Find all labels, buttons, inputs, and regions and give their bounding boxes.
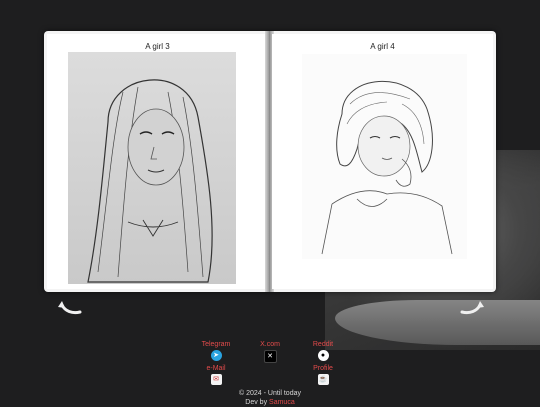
footer: © 2024 - Until today Dev by Samuca: [0, 389, 540, 407]
reddit-icon: ●: [317, 350, 329, 361]
email-link[interactable]: e-Mail ✉: [191, 365, 241, 385]
flipbook[interactable]: A girl 3 A girl 4: [44, 31, 496, 292]
reddit-link[interactable]: Reddit ●: [298, 341, 348, 361]
developer-credit: Dev by Samuca: [245, 399, 295, 406]
right-page-title: A girl 4: [370, 42, 395, 51]
mail-icon: ✉: [210, 374, 222, 385]
previous-page-arrow-icon[interactable]: [56, 298, 84, 316]
x-link[interactable]: X.com ✕: [245, 341, 295, 363]
social-links: Telegram ➤ X.com ✕ Reddit ● e-Mail ✉ Pro…: [0, 340, 540, 385]
next-page-arrow-icon[interactable]: [458, 298, 486, 316]
sketch-girl-3: [68, 52, 236, 284]
copyright-text: © 2024 - Until today: [239, 390, 301, 397]
telegram-link[interactable]: Telegram ➤: [191, 341, 241, 361]
coffee-cup-icon: ☕: [317, 374, 329, 385]
sketch-girl-4: [302, 54, 467, 259]
right-page[interactable]: A girl 4: [272, 34, 493, 289]
x-icon: ✕: [263, 350, 277, 363]
telegram-icon: ➤: [210, 350, 222, 361]
profile-link[interactable]: Profile ☕: [298, 365, 348, 385]
left-page[interactable]: A girl 3: [47, 34, 268, 289]
left-page-title: A girl 3: [145, 42, 170, 51]
